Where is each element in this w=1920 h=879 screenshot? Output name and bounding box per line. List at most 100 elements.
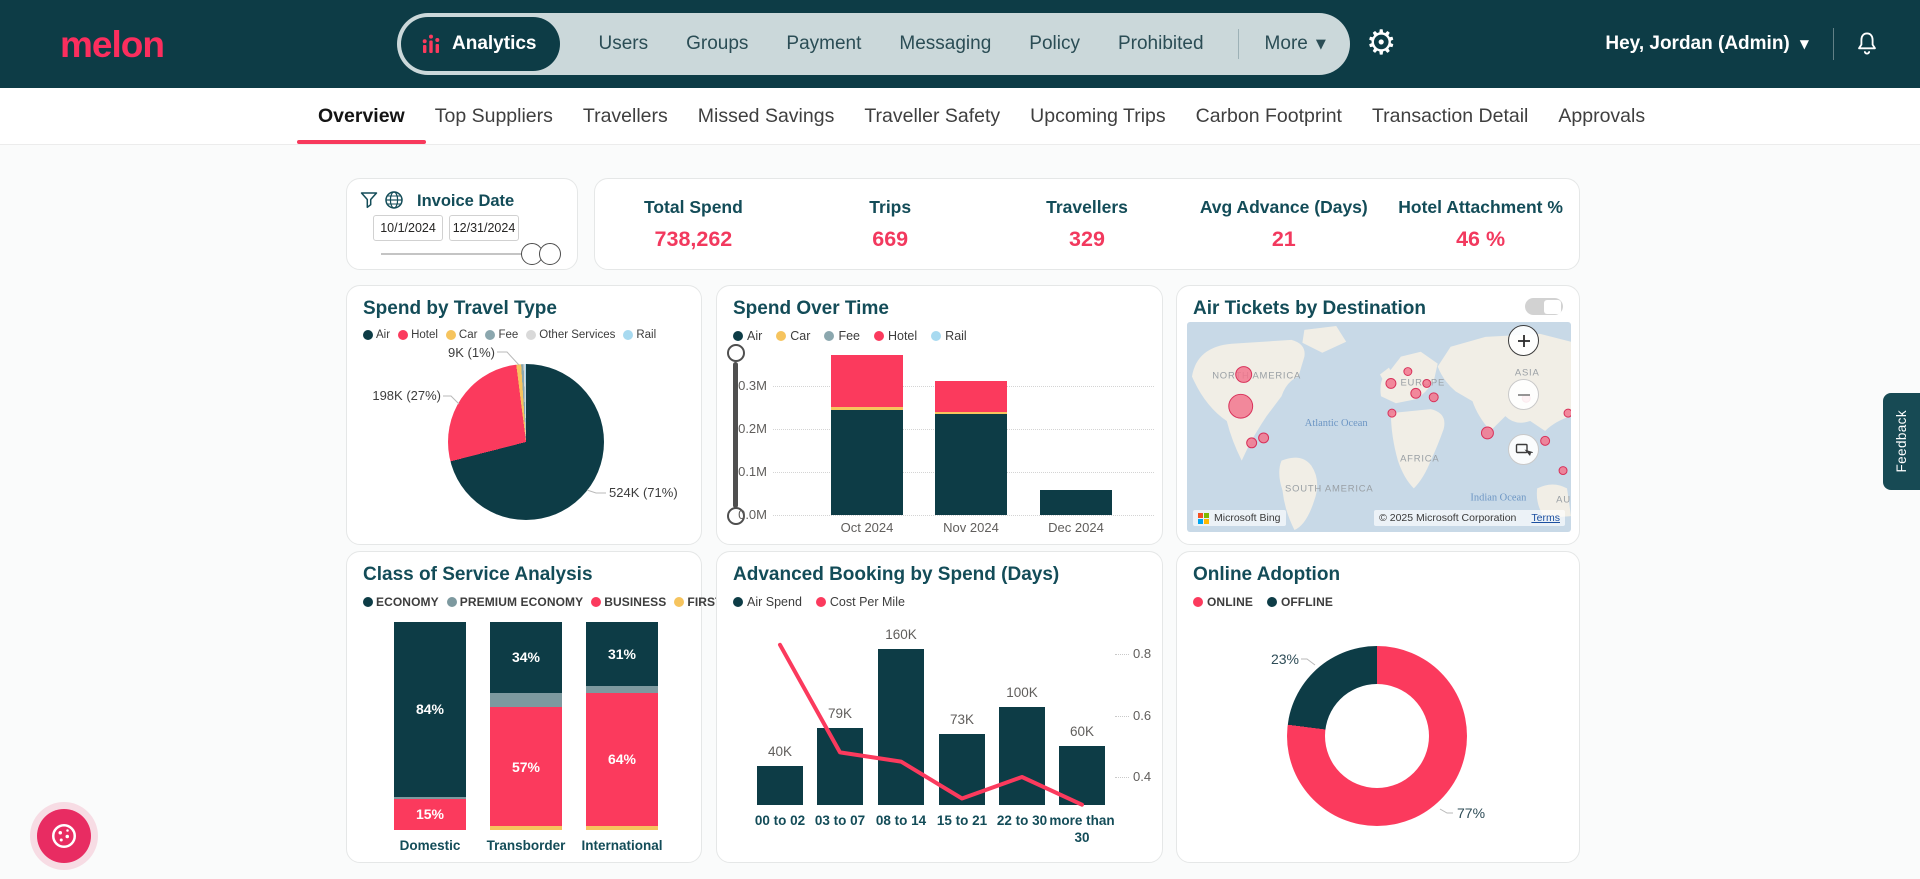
pie-data-label: 9K (1%) — [448, 345, 495, 360]
legend-item-rail[interactable]: Rail — [623, 329, 656, 341]
bar-segment-hotel[interactable] — [831, 355, 903, 407]
tab-transaction-detail[interactable]: Transaction Detail — [1372, 88, 1528, 144]
bar-segment-economy[interactable]: 84% — [394, 622, 466, 797]
legend-item-car[interactable]: Car — [445, 329, 477, 341]
nav-item-users[interactable]: Users — [598, 33, 648, 55]
tab-carbon-footprint[interactable]: Carbon Footprint — [1196, 88, 1342, 144]
bar-segment-air[interactable] — [1040, 490, 1112, 515]
map-bubble[interactable] — [1228, 393, 1254, 419]
nav-item-analytics-active[interactable]: Analytics — [401, 17, 561, 71]
map-bubble[interactable] — [1540, 435, 1551, 446]
brand-logo[interactable]: melon — [60, 24, 165, 66]
notifications-bell-icon[interactable] — [1854, 30, 1880, 58]
map-bubble[interactable] — [1258, 432, 1270, 444]
tab-travellers[interactable]: Travellers — [583, 88, 668, 144]
rectangle-select-cursor-icon — [1515, 443, 1533, 456]
map-container[interactable]: NORTH AMERICAEUROPEASIAAFRICASOUTH AMERI… — [1187, 322, 1571, 532]
x-axis-label: 03 to 07 — [814, 813, 866, 828]
map-bubble[interactable] — [1480, 426, 1494, 440]
settings-gear-icon[interactable]: ⚙ — [1366, 26, 1396, 60]
navbar-right: Hey, Jordan (Admin) ▼ — [1605, 0, 1880, 88]
map-bubble[interactable] — [1387, 408, 1397, 418]
bar-segment-air[interactable] — [935, 414, 1007, 515]
bar-segment-business[interactable]: 64% — [586, 692, 658, 826]
globe-icon[interactable] — [384, 190, 404, 210]
nav-item-messaging[interactable]: Messaging — [899, 33, 991, 55]
date-range-slider-handle-end[interactable] — [539, 243, 561, 265]
map-selection-tool-button[interactable] — [1508, 434, 1539, 465]
bar-segment-first[interactable] — [490, 825, 562, 830]
stacked-bar-nov-2024[interactable] — [935, 381, 1007, 515]
bar-segment-hotel[interactable] — [935, 381, 1007, 412]
map-bubble[interactable] — [1428, 392, 1439, 403]
user-greeting[interactable]: Hey, Jordan (Admin) — [1605, 33, 1789, 55]
world-map[interactable]: NORTH AMERICAEUROPEASIAAFRICASOUTH AMERI… — [1187, 322, 1571, 532]
tab-traveller-safety[interactable]: Traveller Safety — [864, 88, 1000, 144]
nav-more-menu[interactable]: More ▼ — [1265, 33, 1326, 55]
kpi-label: Hotel Attachment % — [1398, 196, 1563, 217]
map-zoom-out-button[interactable] — [1508, 379, 1539, 410]
bar-22-to-30[interactable] — [999, 707, 1045, 805]
user-menu-chevron-icon[interactable]: ▼ — [1800, 38, 1809, 50]
bar-segment-label: 84% — [415, 701, 445, 718]
tab-overview[interactable]: Overview — [297, 88, 426, 144]
map-bubble[interactable] — [1563, 408, 1571, 418]
nav-item-policy[interactable]: Policy — [1029, 33, 1080, 55]
bar-segment-business[interactable]: 57% — [490, 707, 562, 826]
bar-03-to-07[interactable] — [817, 728, 863, 805]
bar-segment-air[interactable] — [831, 410, 903, 515]
kpi-label: Avg Advance (Days) — [1199, 196, 1368, 217]
bar-segment-economy[interactable]: 34% — [490, 622, 562, 693]
map-bubble[interactable] — [1422, 378, 1432, 388]
legend-item-air[interactable]: Air — [363, 329, 390, 341]
tab-missed-savings[interactable]: Missed Savings — [698, 88, 835, 144]
map-bubble[interactable] — [1235, 366, 1253, 383]
nav-item-groups[interactable]: Groups — [686, 33, 748, 55]
legend-item-other-services[interactable]: Other Services — [526, 329, 615, 341]
bar-more-than-30[interactable] — [1059, 746, 1105, 805]
donut-data-label: 23% — [1270, 651, 1299, 667]
nav-item-prohibited[interactable]: Prohibited — [1118, 33, 1204, 55]
tab-approvals[interactable]: Approvals — [1558, 88, 1645, 144]
stacked-bar-transborder[interactable]: 34% 57% — [490, 622, 562, 830]
map-bubble[interactable] — [1558, 466, 1568, 476]
map-zoom-in-button[interactable] — [1508, 325, 1539, 356]
map-bubble[interactable] — [1246, 437, 1258, 449]
bar-08-to-14[interactable] — [878, 649, 924, 805]
tab-upcoming-trips[interactable]: Upcoming Trips — [1030, 88, 1165, 144]
stacked-bar-international[interactable]: 31% 64% — [586, 622, 658, 830]
bar-00-to-02[interactable] — [757, 766, 803, 805]
end-date-input[interactable] — [449, 215, 519, 241]
map-bubble[interactable] — [1403, 367, 1413, 376]
map-toggle-switch[interactable] — [1525, 298, 1563, 315]
bar-segment-premium-economy[interactable] — [490, 692, 562, 708]
pie-chart[interactable] — [448, 364, 604, 520]
right-axis-tick: 0.8 — [1133, 646, 1152, 661]
legend-dot — [485, 330, 496, 340]
bar-segment-first[interactable] — [586, 825, 658, 830]
terms-link[interactable]: Terms — [1531, 512, 1560, 524]
map-bubble[interactable] — [1385, 377, 1397, 389]
legend-item-online[interactable]: ONLINE — [1193, 595, 1253, 609]
stacked-bar-oct-2024[interactable] — [831, 355, 903, 515]
top-navbar: melon Analytics Users Groups Payment Messagi… — [0, 0, 1920, 88]
bar-segment-business[interactable]: 15% — [394, 798, 466, 830]
bar-15-to-21[interactable] — [939, 734, 985, 805]
start-date-input[interactable] — [373, 215, 443, 241]
tab-top-suppliers[interactable]: Top Suppliers — [435, 88, 553, 144]
stacked-bar-dec-2024[interactable] — [1040, 490, 1112, 515]
feedback-tab[interactable]: Feedback — [1883, 393, 1920, 490]
nav-item-payment[interactable]: Payment — [786, 33, 861, 55]
legend-dot — [526, 330, 537, 340]
legend-item-offline[interactable]: OFFLINE — [1266, 595, 1333, 609]
bar-segment-economy[interactable]: 31% — [586, 622, 658, 687]
legend-item-fee[interactable]: Fee — [485, 329, 518, 341]
gridline — [773, 515, 1154, 516]
legend-label: Other Services — [539, 329, 616, 341]
stacked-bar-domestic[interactable]: 84% 15% — [394, 622, 466, 830]
kpi-hotel-attachment-: Hotel Attachment % 46 % — [1382, 197, 1579, 252]
filter-funnel-icon[interactable] — [359, 190, 379, 210]
map-bubble[interactable] — [1410, 387, 1422, 399]
cookie-settings-button[interactable] — [37, 809, 91, 863]
legend-item-hotel[interactable]: Hotel — [398, 329, 438, 341]
